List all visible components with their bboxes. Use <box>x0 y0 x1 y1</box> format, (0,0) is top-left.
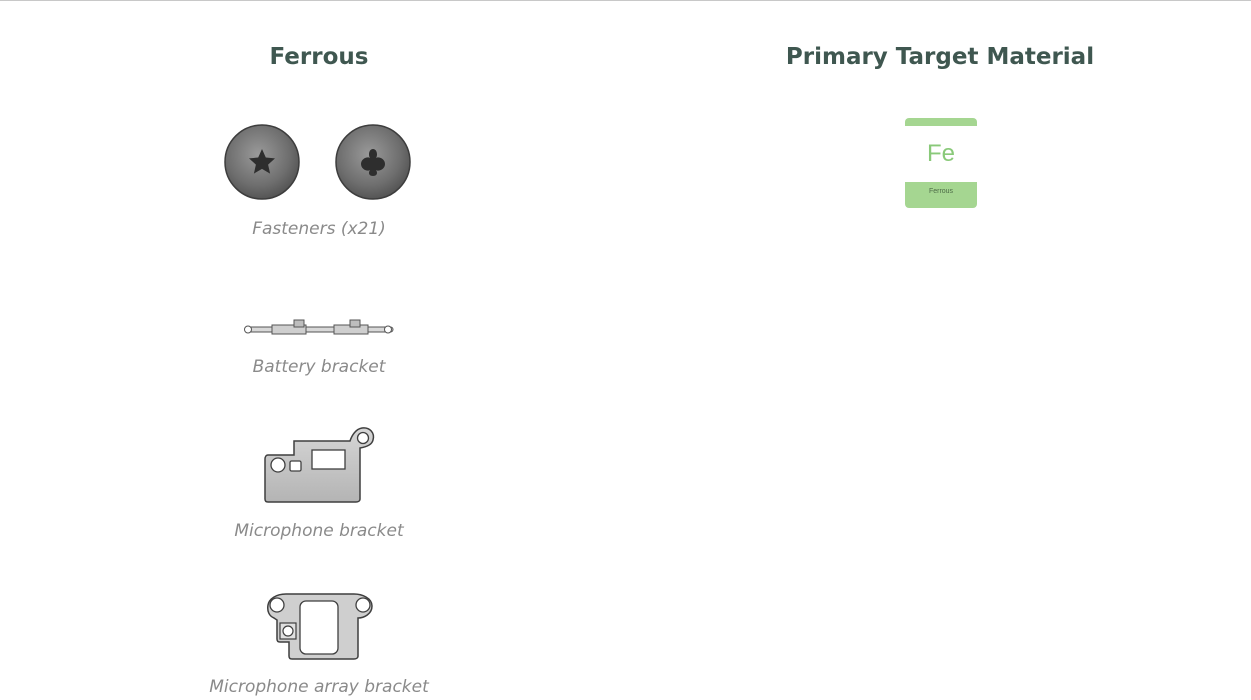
primary-target-material-heading: Primary Target Material <box>785 44 1095 70</box>
battery-bracket-icon <box>244 319 394 335</box>
top-divider <box>0 0 1251 1</box>
screw-heads-icon <box>224 124 411 200</box>
element-symbol: Fe <box>926 140 955 167</box>
battery-bracket-caption: Battery bracket <box>252 357 386 377</box>
fasteners-caption: Fasteners (x21) <box>252 219 386 239</box>
ferrous-heading: Ferrous <box>269 44 369 70</box>
microphone-bracket-caption: Microphone bracket <box>234 521 404 541</box>
element-name: Ferrous <box>928 188 954 195</box>
ferrous-element-tile: Fe Ferrous <box>905 118 977 208</box>
microphone-bracket-icon <box>264 427 375 503</box>
microphone-array-bracket-caption: Microphone array bracket <box>209 677 429 697</box>
microphone-array-bracket-icon <box>267 593 373 660</box>
